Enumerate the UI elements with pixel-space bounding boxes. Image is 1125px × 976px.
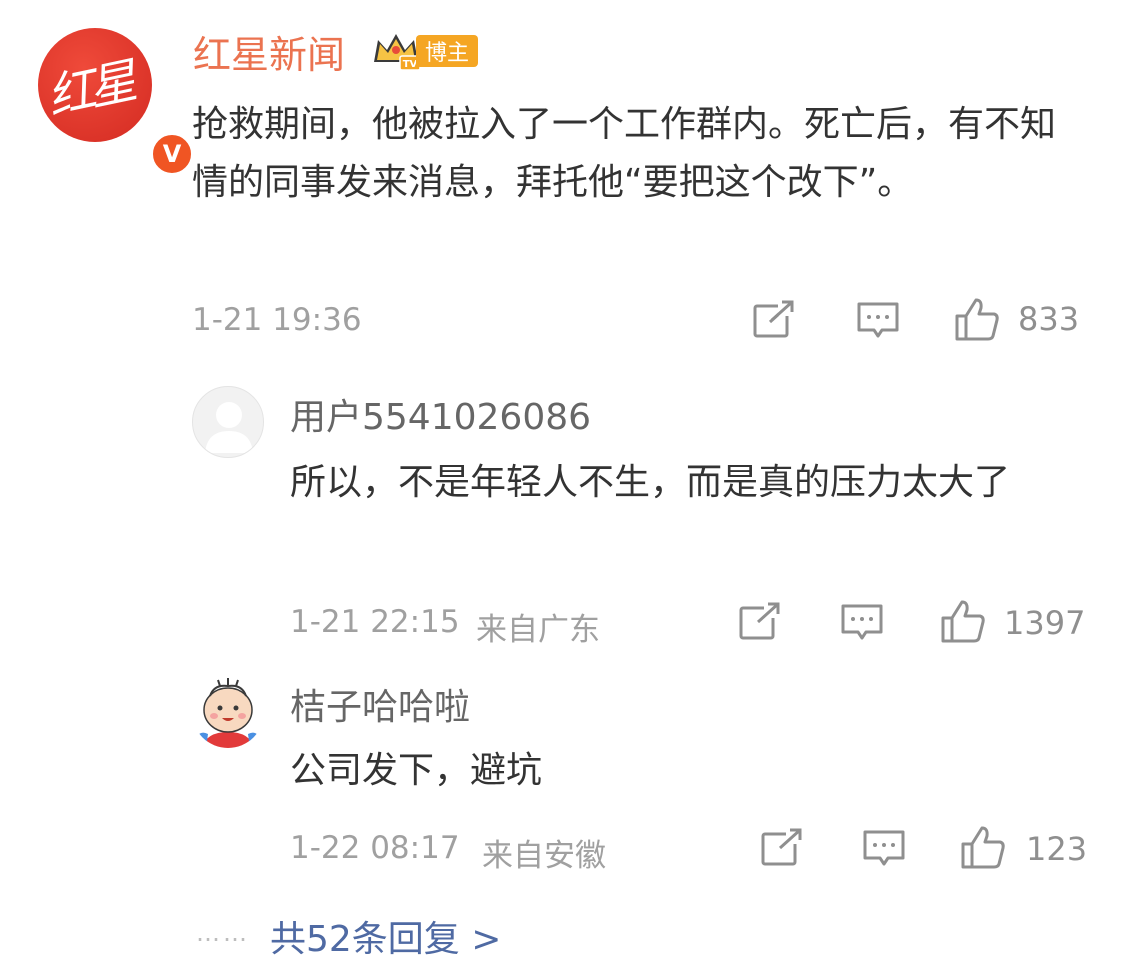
verified-v-icon: V xyxy=(150,132,194,176)
reply-location: 来自安徽 xyxy=(482,838,606,874)
reply-time: 1-21 22:15 xyxy=(290,604,460,640)
like-count: 1397 xyxy=(1004,604,1086,642)
reply-author-name[interactable]: 桔子哈哈啦 xyxy=(290,678,470,730)
reply-location: 来自广东 xyxy=(476,612,600,648)
blogger-label: 博主 xyxy=(416,35,479,67)
blogger-badge: TV 博主 xyxy=(370,30,479,72)
cartoon-baby-avatar-icon xyxy=(192,676,264,748)
dots-divider: …… xyxy=(196,919,250,947)
like-count: 123 xyxy=(1026,830,1088,868)
share-icon[interactable] xyxy=(752,300,796,340)
comment-time: 1-21 19:36 xyxy=(192,302,362,338)
reply-author-name[interactable]: 用户5541026086 xyxy=(290,388,591,440)
comment-text: 抢救期间，他被拉入了一个工作群内。死亡后，有不知情的同事发来消息，拜托他“要把这… xyxy=(192,104,1057,203)
avatar[interactable] xyxy=(192,386,264,458)
share-icon[interactable] xyxy=(738,602,782,642)
more-replies-link[interactable]: 共52条回复 > xyxy=(270,910,501,962)
like-count: 833 xyxy=(1018,300,1080,338)
share-icon[interactable] xyxy=(760,828,804,868)
reply-time: 1-22 08:17 xyxy=(290,830,460,866)
like-icon[interactable] xyxy=(960,824,1006,870)
avatar[interactable]: 红星 V xyxy=(38,28,194,176)
reply-text: 公司发下，避坑 xyxy=(290,750,543,791)
author-name[interactable]: 红星新闻 xyxy=(193,24,345,79)
like-icon[interactable] xyxy=(940,598,986,644)
reply-text: 所以，不是年轻人不生，而是真的压力太大了 xyxy=(290,462,1011,503)
like-icon[interactable] xyxy=(954,296,1000,342)
comment-icon[interactable] xyxy=(862,828,906,868)
comment-icon[interactable] xyxy=(856,300,900,340)
red-star-logo-icon: 红星 xyxy=(42,53,136,127)
comment-icon[interactable] xyxy=(840,602,884,642)
default-avatar-icon xyxy=(205,402,253,453)
crown-tv-icon: TV xyxy=(374,34,421,71)
more-replies[interactable]: …… 共52条回复 > xyxy=(196,910,501,962)
avatar[interactable] xyxy=(192,676,264,748)
